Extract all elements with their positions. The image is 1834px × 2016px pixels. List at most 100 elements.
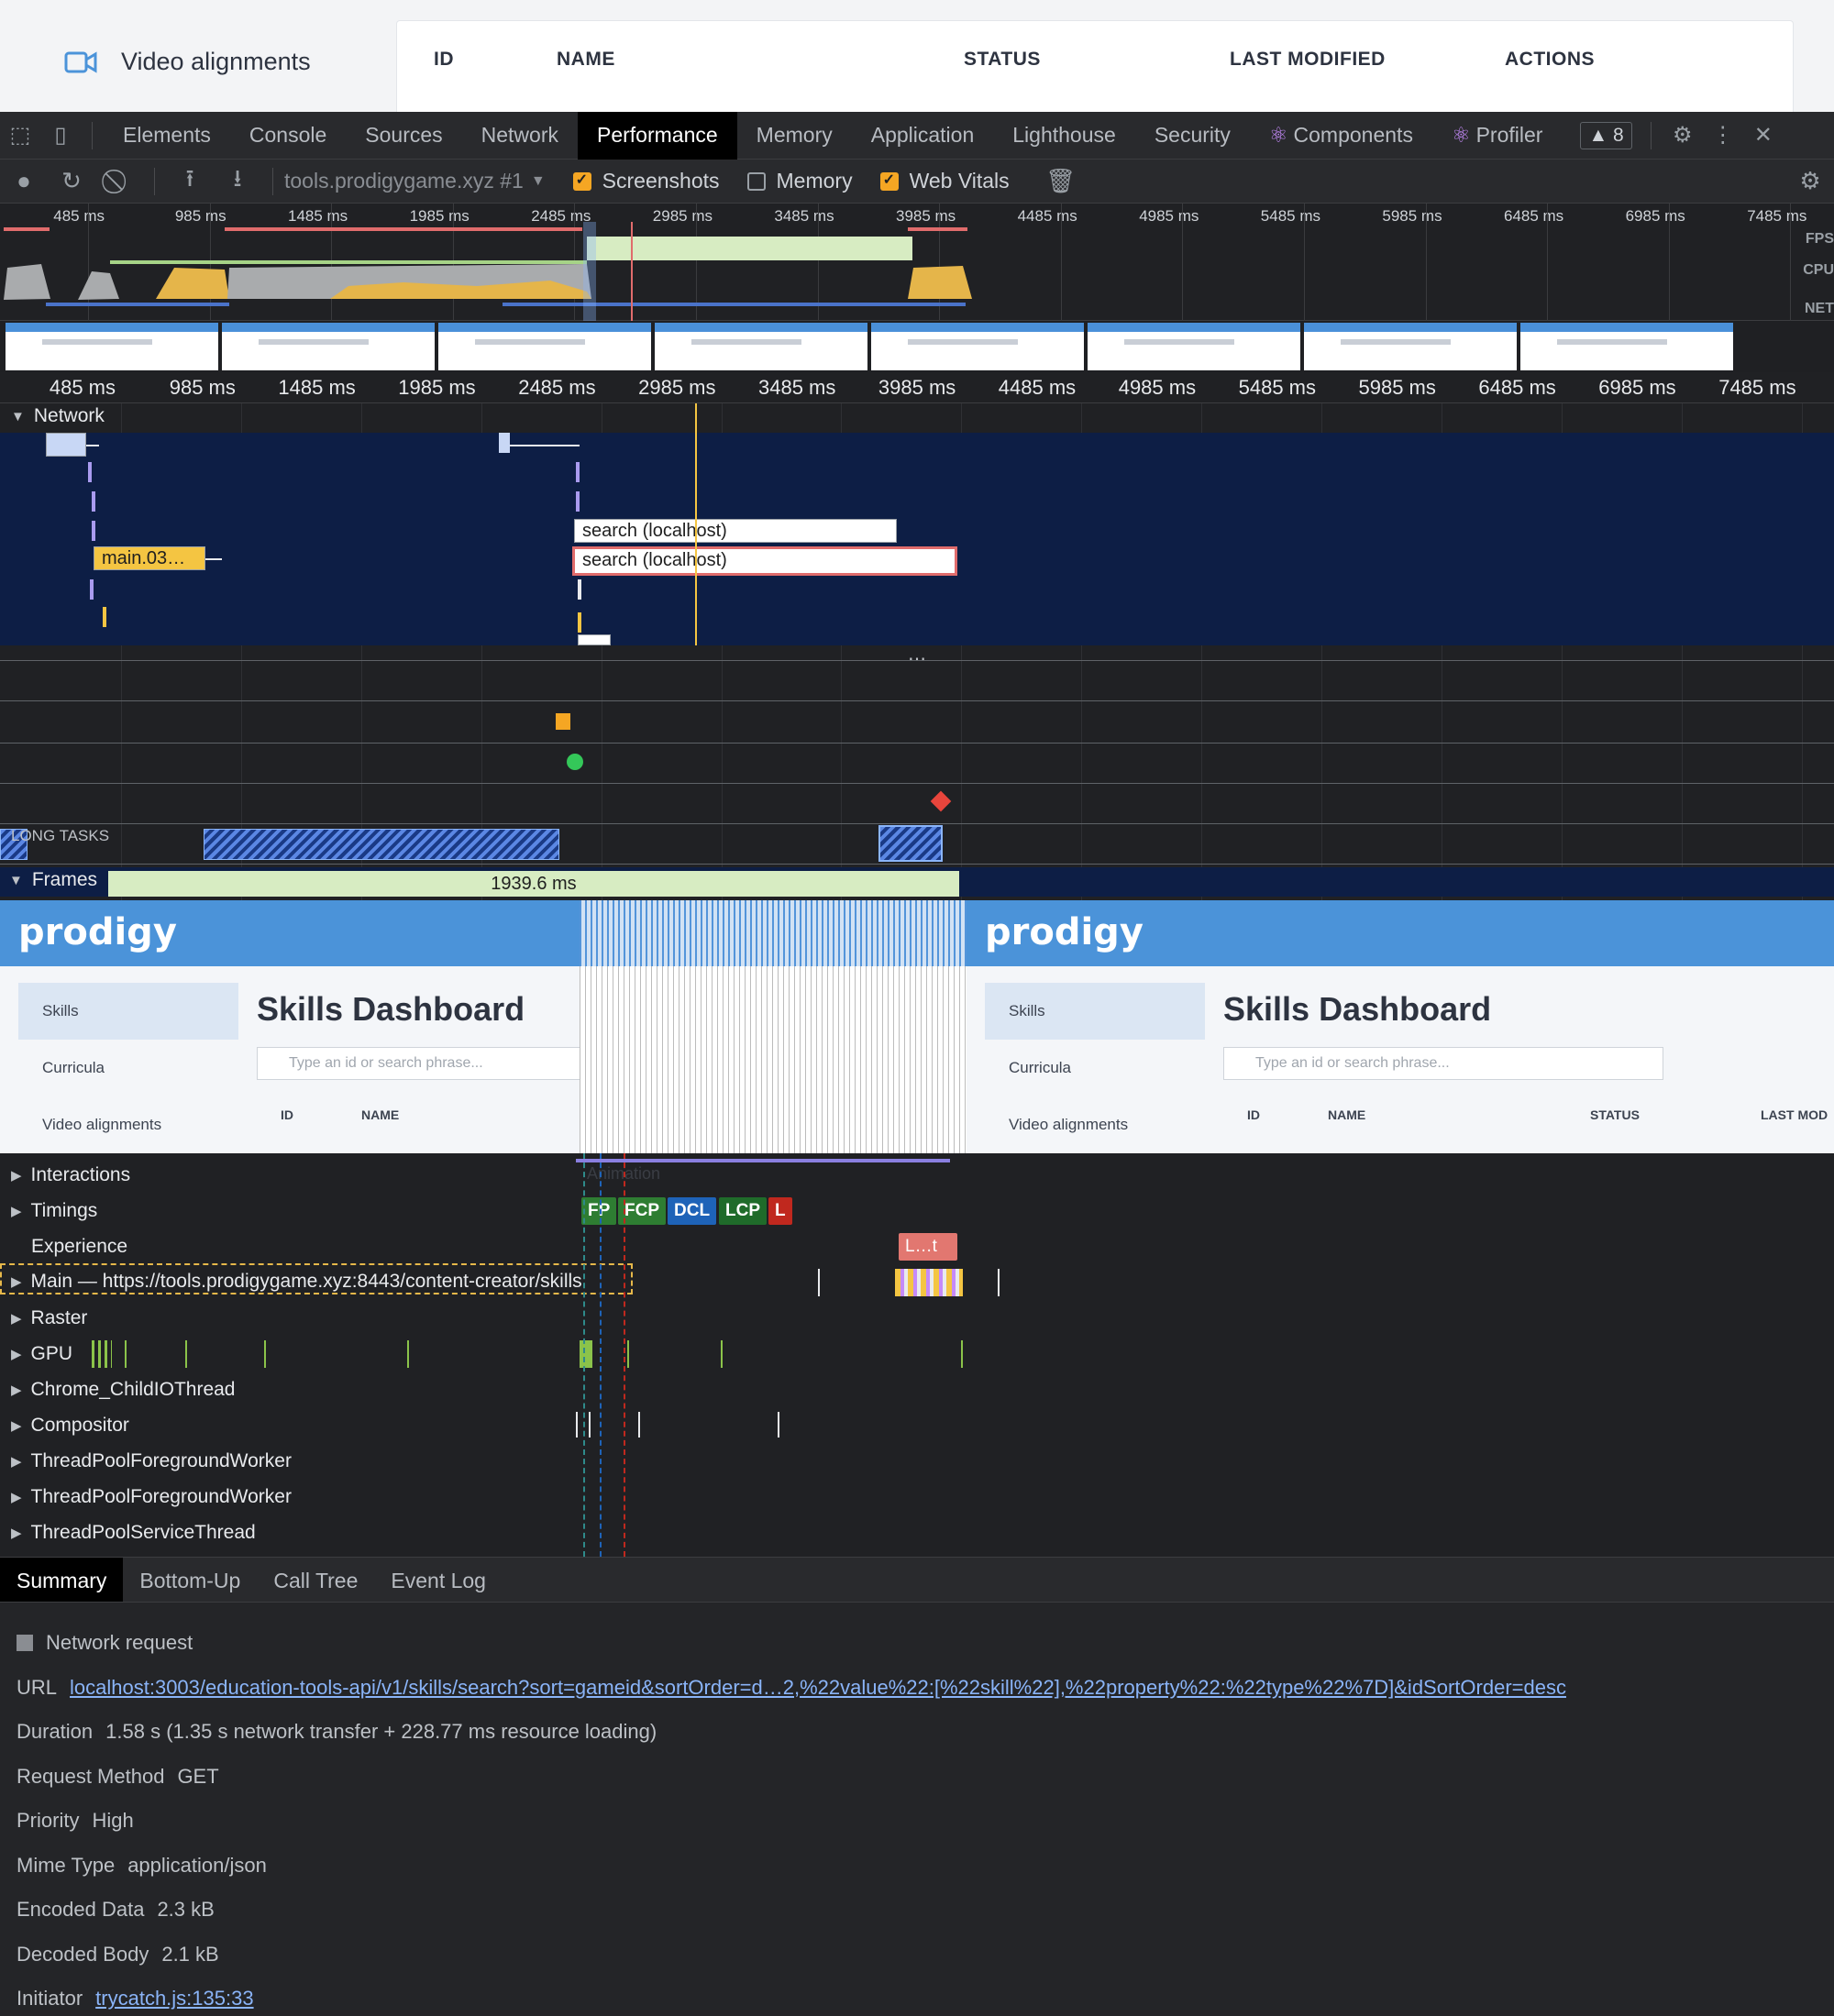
web-vital-lcp-marker[interactable] bbox=[567, 754, 583, 770]
screenshot-thumbnail[interactable] bbox=[1304, 323, 1517, 370]
timing-load[interactable]: L bbox=[768, 1197, 792, 1225]
timing-dcl[interactable]: DCL bbox=[668, 1197, 717, 1225]
track-threadpool-foreground-2[interactable]: ▶ ThreadPoolForegroundWorker bbox=[11, 1486, 292, 1508]
screenshot-thumbnail[interactable] bbox=[222, 323, 435, 370]
memory-checkbox[interactable]: Memory bbox=[746, 169, 853, 193]
web-vitals-checkbox[interactable]: Web Vitals bbox=[879, 169, 1010, 193]
network-request-bar[interactable] bbox=[46, 433, 86, 457]
tab-components[interactable]: ⚛ Components bbox=[1250, 112, 1432, 160]
settings-gear-icon[interactable]: ⚙ bbox=[1663, 112, 1703, 160]
nav-item-video-alignments[interactable]: Video alignments bbox=[64, 48, 311, 76]
request-url-link[interactable]: localhost:3003/education-tools-api/v1/sk… bbox=[70, 1676, 1566, 1700]
tab-network[interactable]: Network bbox=[462, 112, 578, 160]
tab-summary[interactable]: Summary bbox=[0, 1558, 124, 1602]
screenshot-thumbnail[interactable] bbox=[1520, 323, 1733, 370]
screenshot-thumbnail[interactable] bbox=[1088, 323, 1300, 370]
network-request-bar[interactable] bbox=[578, 634, 611, 645]
tab-console[interactable]: Console bbox=[230, 112, 346, 160]
screenshots-strip[interactable] bbox=[0, 321, 1834, 372]
network-request-search-selected[interactable]: search (localhost) bbox=[572, 546, 957, 576]
tab-call-tree[interactable]: Call Tree bbox=[257, 1558, 374, 1602]
column-header-status[interactable]: STATUS bbox=[964, 49, 1041, 71]
gpu-task[interactable] bbox=[407, 1340, 409, 1368]
warnings-badge[interactable]: ▲ 8 bbox=[1580, 121, 1632, 149]
layout-shift-pill[interactable]: L…t bbox=[899, 1233, 957, 1261]
track-interactions[interactable]: ▶ Interactions bbox=[11, 1164, 130, 1186]
network-request-bar[interactable] bbox=[90, 579, 94, 600]
capture-settings-gear-icon[interactable]: ⚙ bbox=[1786, 167, 1834, 195]
web-vital-cls-marker[interactable] bbox=[930, 790, 952, 812]
gpu-task[interactable] bbox=[721, 1340, 723, 1368]
more-options-icon[interactable]: ⋮ bbox=[1703, 112, 1743, 160]
tab-bottom-up[interactable]: Bottom-Up bbox=[123, 1558, 257, 1602]
tab-performance[interactable]: Performance bbox=[578, 111, 737, 160]
network-track[interactable]: main.03… search (localhost) search (loca… bbox=[0, 433, 1834, 645]
long-task-bar-selected[interactable] bbox=[878, 825, 943, 862]
network-request-bar[interactable] bbox=[92, 521, 95, 541]
tab-sources[interactable]: Sources bbox=[346, 112, 461, 160]
tab-memory[interactable]: Memory bbox=[737, 112, 852, 160]
compositor-task[interactable] bbox=[638, 1412, 640, 1438]
frame-duration-bar[interactable]: 1939.6 ms bbox=[108, 871, 959, 897]
gpu-task[interactable] bbox=[185, 1340, 187, 1368]
column-header-last-modified[interactable]: LAST MODIFIED bbox=[1230, 49, 1386, 71]
gpu-task[interactable] bbox=[627, 1340, 629, 1368]
track-threadpool-service[interactable]: ▶ ThreadPoolServiceThread bbox=[11, 1522, 256, 1544]
recording-target-select[interactable]: tools.prodigygame.xyz #1 ▼ bbox=[284, 169, 546, 193]
timing-lcp[interactable]: LCP bbox=[719, 1197, 767, 1225]
clear-icon[interactable]: ⃠ bbox=[95, 167, 143, 196]
tab-profiler[interactable]: ⚛ Profiler bbox=[1432, 112, 1562, 160]
network-request-bar[interactable] bbox=[103, 607, 106, 627]
frame-screenshot[interactable]: prodigy Skills Curricula Video alignment… bbox=[0, 900, 580, 1153]
track-frames[interactable]: ▼ Frames bbox=[9, 869, 97, 891]
screenshot-thumbnail[interactable] bbox=[438, 323, 651, 370]
network-request-bar[interactable] bbox=[499, 433, 510, 453]
track-timings[interactable]: ▶ Timings bbox=[11, 1200, 97, 1222]
track-network[interactable]: ▼ Network bbox=[11, 405, 105, 427]
animation-bar[interactable] bbox=[576, 1159, 950, 1162]
main-thread-task[interactable] bbox=[818, 1269, 820, 1296]
compositor-task[interactable] bbox=[589, 1412, 591, 1438]
gpu-task[interactable] bbox=[580, 1340, 592, 1368]
timeline-overview[interactable]: 485 ms 985 ms 1485 ms 1985 ms 2485 ms 2985 ms… bbox=[0, 204, 1834, 321]
screenshot-thumbnail[interactable] bbox=[871, 323, 1084, 370]
web-vital-fcp-marker[interactable] bbox=[556, 713, 570, 730]
screenshot-thumbnail[interactable] bbox=[655, 323, 867, 370]
compositor-task[interactable] bbox=[778, 1412, 779, 1438]
network-request-bar[interactable] bbox=[88, 462, 92, 482]
gpu-task[interactable] bbox=[125, 1340, 127, 1368]
download-profile-icon[interactable]: ⭳ bbox=[214, 161, 261, 202]
track-main[interactable]: ▶ Main — https://tools.prodigygame.xyz:84… bbox=[11, 1271, 582, 1293]
network-request-bar[interactable] bbox=[576, 491, 580, 512]
network-request-bar[interactable] bbox=[578, 579, 581, 600]
upload-profile-icon[interactable]: ⭱ bbox=[166, 161, 214, 202]
gpu-task[interactable] bbox=[264, 1340, 266, 1368]
trash-icon[interactable]: 🗑 bbox=[1037, 167, 1085, 195]
frame-screenshot[interactable]: prodigy Skills Curricula Video alignment… bbox=[967, 900, 1834, 1153]
compositor-task[interactable] bbox=[576, 1412, 578, 1438]
tab-event-log[interactable]: Event Log bbox=[374, 1558, 503, 1602]
track-threadpool-foreground-1[interactable]: ▶ ThreadPoolForegroundWorker bbox=[11, 1450, 292, 1472]
tab-elements[interactable]: Elements bbox=[104, 112, 230, 160]
inspect-element-icon[interactable]: ⬚ bbox=[0, 112, 40, 160]
long-task-bar[interactable] bbox=[204, 829, 559, 860]
network-request-bar[interactable] bbox=[92, 491, 95, 512]
network-request-search[interactable]: search (localhost) bbox=[574, 519, 897, 543]
screenshot-thumbnail[interactable] bbox=[6, 323, 218, 370]
tab-lighthouse[interactable]: Lighthouse bbox=[993, 112, 1135, 160]
track-gpu[interactable]: ▶ GPU bbox=[11, 1343, 72, 1365]
gpu-task[interactable] bbox=[961, 1340, 963, 1368]
resize-handle-icon[interactable]: ⋯ bbox=[908, 647, 926, 670]
reload-record-icon[interactable]: ↻ bbox=[48, 167, 95, 195]
column-header-id[interactable]: ID bbox=[434, 49, 454, 71]
initiator-link[interactable]: trycatch.js:135:33 bbox=[95, 1987, 253, 2010]
device-toolbar-icon[interactable]: ▯ bbox=[40, 112, 81, 160]
network-request-bar[interactable] bbox=[578, 612, 581, 633]
main-thread-task[interactable] bbox=[998, 1269, 1000, 1296]
network-request-bar[interactable] bbox=[576, 462, 580, 482]
tab-application[interactable]: Application bbox=[852, 112, 994, 160]
tab-security[interactable]: Security bbox=[1135, 112, 1250, 160]
main-thread-tasks[interactable] bbox=[895, 1269, 963, 1296]
gpu-task[interactable] bbox=[92, 1340, 112, 1368]
column-header-name[interactable]: NAME bbox=[557, 49, 615, 71]
